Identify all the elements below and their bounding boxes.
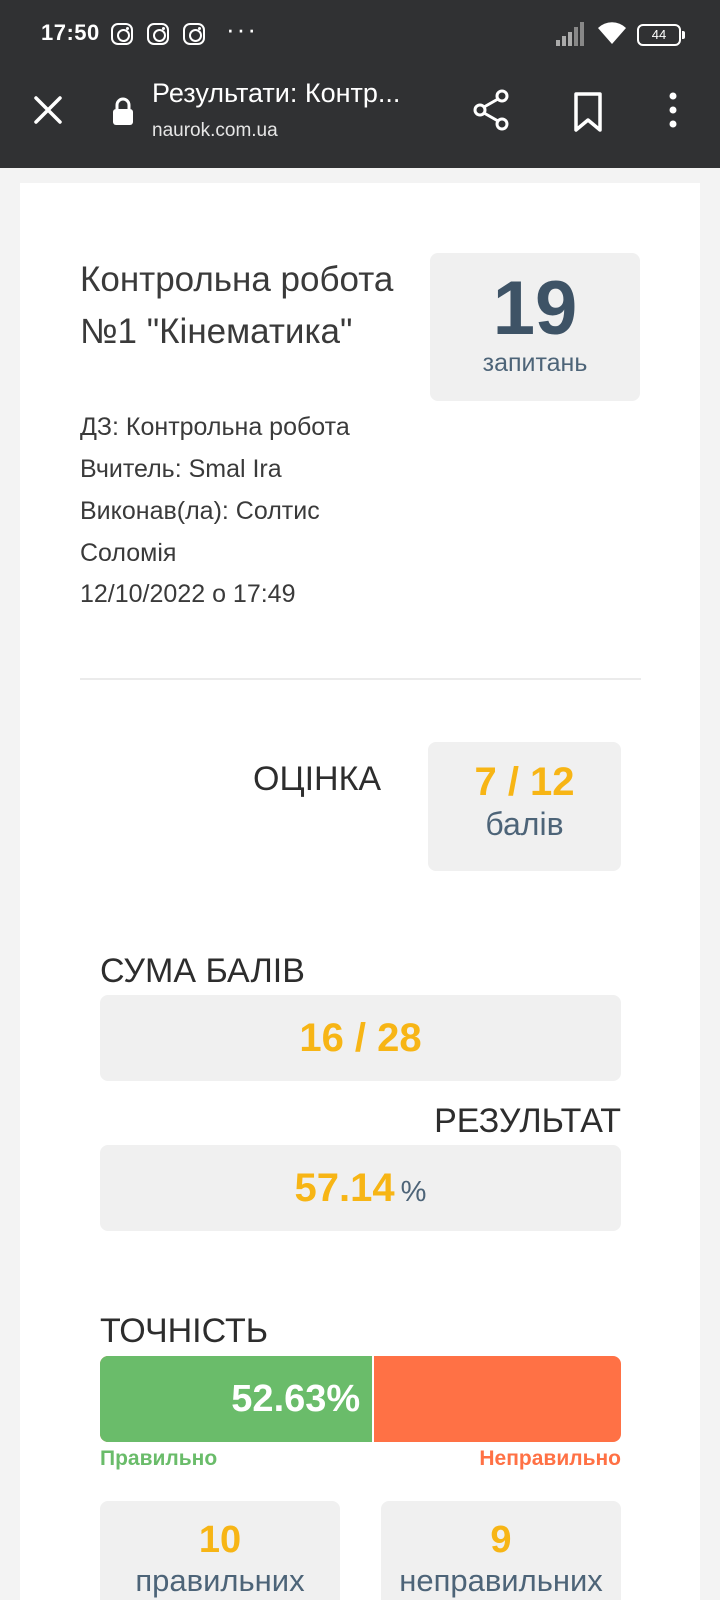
- instagram-icon: [183, 23, 205, 45]
- sum-box: 16 / 28: [100, 995, 621, 1081]
- result-box: 57.14%: [100, 1145, 621, 1231]
- wrong-count-box: 9 неправильних: [381, 1501, 621, 1600]
- close-icon[interactable]: [26, 88, 70, 132]
- grade-label: ОЦІНКА: [253, 760, 382, 798]
- student-name: Соломія: [80, 539, 177, 567]
- more-menu-icon[interactable]: [658, 88, 688, 132]
- status-time: 17:50: [41, 20, 100, 45]
- completion-date: 12/10/2022 о 17:49: [80, 580, 296, 608]
- wrong-count-label: неправильних: [399, 1563, 603, 1598]
- questions-count: 19: [492, 266, 578, 351]
- questions-label: запитань: [482, 349, 588, 377]
- questions-count-box: 19 запитань: [430, 253, 640, 401]
- browser-toolbar: 17:50 ··· 44 Результати: Контр... naurok…: [0, 0, 720, 168]
- correct-legend: Правильно: [100, 1447, 218, 1470]
- accuracy-bar: 52.63%: [100, 1356, 621, 1442]
- instagram-icon: [111, 23, 133, 45]
- page-title[interactable]: Результати: Контр...: [152, 78, 432, 109]
- sum-label: СУМА БАЛІВ: [100, 952, 305, 990]
- result-label: РЕЗУЛЬТАТ: [434, 1102, 621, 1140]
- correct-count-label: правильних: [135, 1563, 305, 1598]
- homework-label: ДЗ: Контрольна робота: [80, 413, 350, 441]
- sum-value: 16 / 28: [299, 1016, 422, 1060]
- correct-count: 10: [198, 1519, 242, 1561]
- correct-count-box: 10 правильних: [100, 1501, 340, 1600]
- signal-icon: [556, 22, 584, 46]
- test-title: Контрольна робота №1 "Кінематика": [80, 260, 394, 351]
- wrong-legend: Неправильно: [479, 1447, 621, 1470]
- lock-icon: [113, 97, 133, 125]
- accuracy-label: ТОЧНІСТЬ: [100, 1312, 269, 1350]
- accuracy-bar-correct: 52.63%: [100, 1356, 375, 1442]
- divider: [80, 678, 641, 680]
- grade-value: 7 / 12: [474, 760, 575, 804]
- battery-icon: 44: [637, 24, 685, 46]
- accuracy-percent: 52.63%: [231, 1378, 361, 1420]
- result-value: 57.14: [294, 1166, 395, 1210]
- grade-unit: балів: [485, 806, 564, 842]
- instagram-icon: [147, 23, 169, 45]
- teacher-label: Вчитель: Smal Ira: [80, 455, 282, 483]
- wifi-icon: [598, 22, 626, 44]
- status-bar: 17:50 ··· 44: [0, 0, 720, 68]
- url-host[interactable]: naurok.com.ua: [152, 120, 278, 142]
- grade-box: 7 / 12 балів: [428, 742, 621, 871]
- wrong-count: 9: [490, 1519, 512, 1561]
- bookmark-icon[interactable]: [568, 90, 608, 134]
- student-label: Виконав(ла): Солтис: [80, 497, 320, 525]
- share-icon[interactable]: [470, 88, 514, 132]
- more-notifications-icon: ···: [226, 14, 258, 44]
- result-unit: %: [400, 1176, 427, 1208]
